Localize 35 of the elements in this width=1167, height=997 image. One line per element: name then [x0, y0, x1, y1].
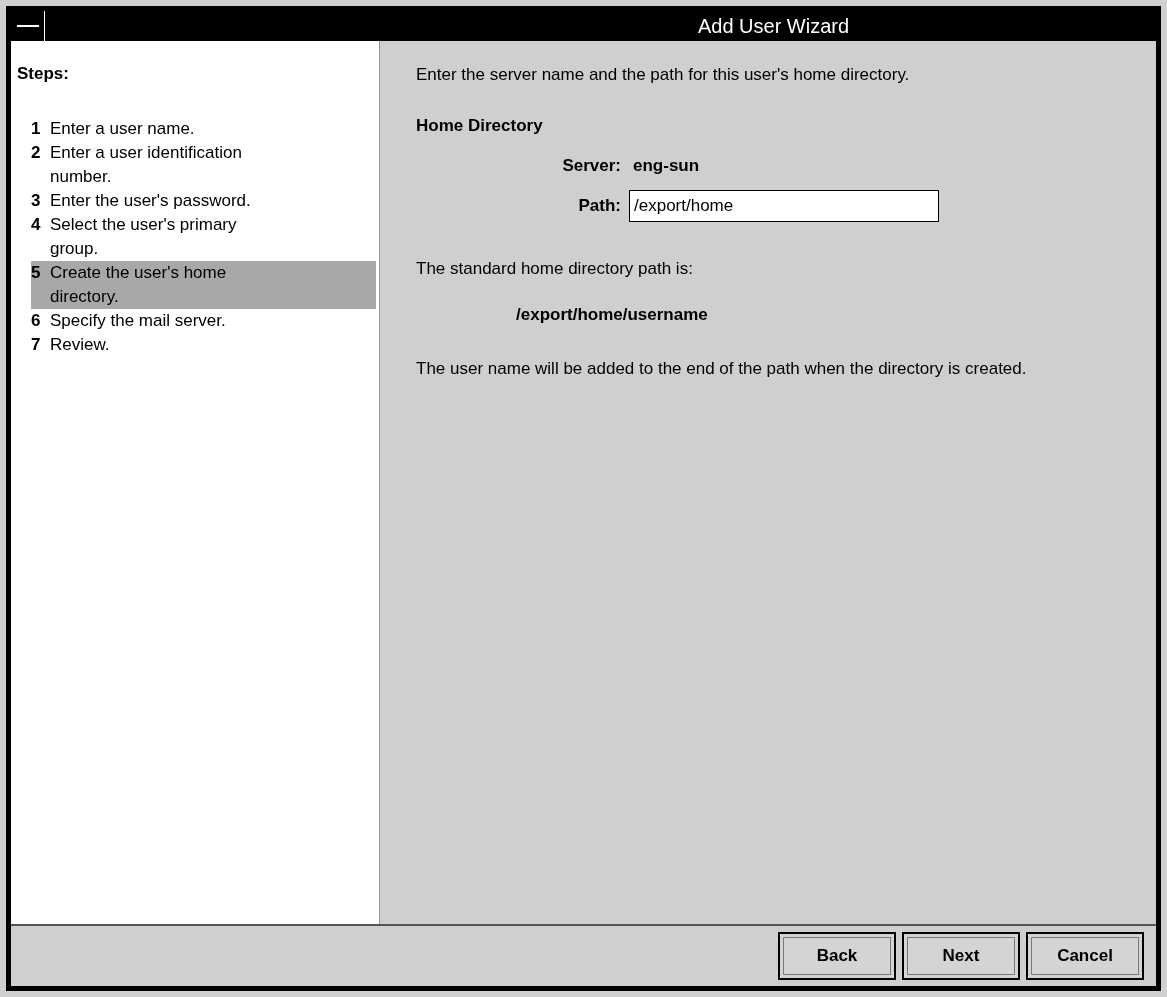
step-number: 3 [31, 189, 42, 212]
path-label: Path: [577, 195, 621, 218]
step-label: Enter a user name. [50, 117, 196, 140]
step-number: 5 [31, 261, 42, 284]
step-label: Review. [50, 333, 111, 356]
wizard-button[interactable]: Back [778, 932, 896, 980]
intro-text: Enter the server name and the path for this user's home directory. [416, 64, 911, 86]
step-item[interactable]: 4 Select the user's primary group. [31, 212, 376, 261]
step-number: 2 [31, 141, 42, 164]
step-item[interactable]: 2 Enter a user identification number. [31, 140, 376, 189]
step-label: Enter a user identification number. [50, 141, 243, 188]
step-label: Specify the mail server. [50, 309, 227, 332]
section-heading: Home Directory [416, 115, 544, 137]
wizard-button[interactable]: Cancel [1026, 932, 1144, 980]
step-item[interactable]: 3 Enter the user's password. [31, 188, 376, 213]
step-item[interactable]: 7 Review. [31, 332, 376, 357]
standard-path: /export/home/username [516, 303, 709, 326]
step-label: Create the user's home directory. [50, 261, 228, 308]
footnote-text: The user name will be added to the end of the path when the directory is created. [416, 358, 1028, 380]
step-item[interactable]: 1 Enter a user name. [31, 116, 376, 141]
server-value: eng-sun [633, 154, 700, 177]
step-label: Enter the user's password. [50, 189, 252, 212]
standard-path-note: The standard home directory path is: [416, 258, 694, 280]
step-number: 4 [31, 213, 42, 236]
step-number: 1 [31, 117, 42, 140]
step-item[interactable]: 6 Specify the mail server. [31, 308, 376, 333]
step-item[interactable]: 5 Create the user's home directory. [31, 260, 376, 309]
window-title: Add User Wizard [696, 14, 851, 39]
step-label: Select the user's primary group. [50, 213, 238, 260]
path-field[interactable]: /export/home [629, 190, 939, 222]
wizard-button[interactable]: Next [902, 932, 1020, 980]
server-label: Server: [561, 154, 621, 177]
step-number: 6 [31, 309, 42, 332]
step-number: 7 [31, 333, 42, 356]
steps-heading: Steps: [17, 63, 70, 85]
